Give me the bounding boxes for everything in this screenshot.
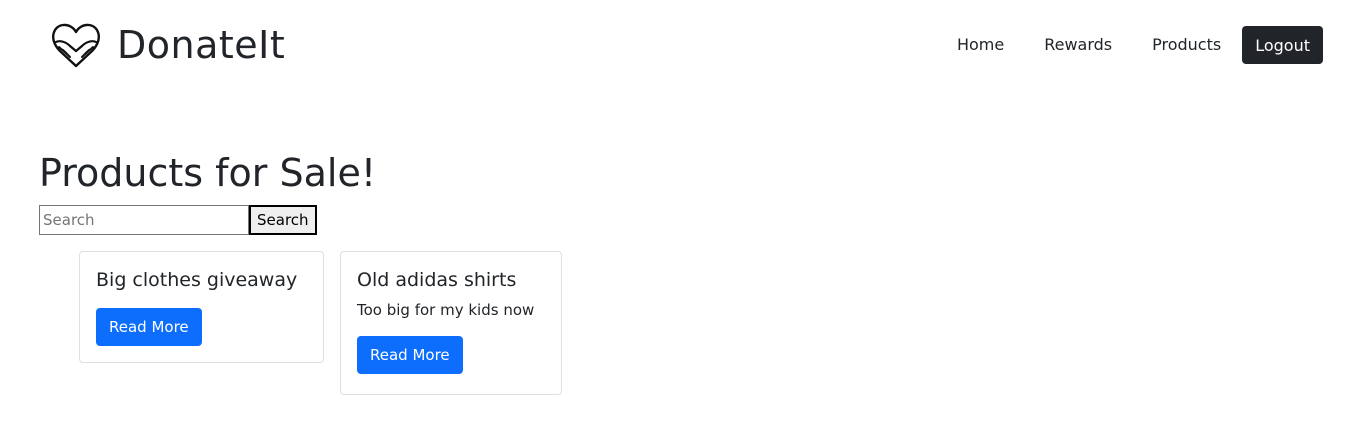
page-title: Products for Sale! — [39, 151, 377, 195]
product-card: Old adidas shirts Too big for my kids no… — [340, 251, 562, 395]
product-description: Too big for my kids now — [357, 301, 535, 319]
heart-hands-icon — [52, 23, 100, 68]
nav-link-rewards[interactable]: Rewards — [1044, 27, 1112, 63]
brand-link[interactable]: DonateIt — [50, 20, 285, 70]
brand-name: DonateIt — [117, 23, 286, 67]
nav-link-home[interactable]: Home — [957, 27, 1004, 63]
read-more-button[interactable]: Read More — [357, 336, 463, 374]
search-form: Search — [39, 205, 317, 235]
search-input[interactable] — [39, 205, 249, 235]
nav-link-products[interactable]: Products — [1152, 27, 1221, 63]
product-title: Big clothes giveaway — [96, 269, 298, 291]
nav-links: Home Rewards Products Logout — [957, 26, 1323, 64]
read-more-button[interactable]: Read More — [96, 308, 202, 346]
product-title: Old adidas shirts — [357, 269, 517, 291]
logout-button[interactable]: Logout — [1242, 26, 1323, 64]
navbar: DonateIt Home Rewards Products Logout — [0, 0, 1346, 90]
search-button[interactable]: Search — [249, 205, 317, 235]
product-card: Big clothes giveaway Read More — [79, 251, 324, 363]
